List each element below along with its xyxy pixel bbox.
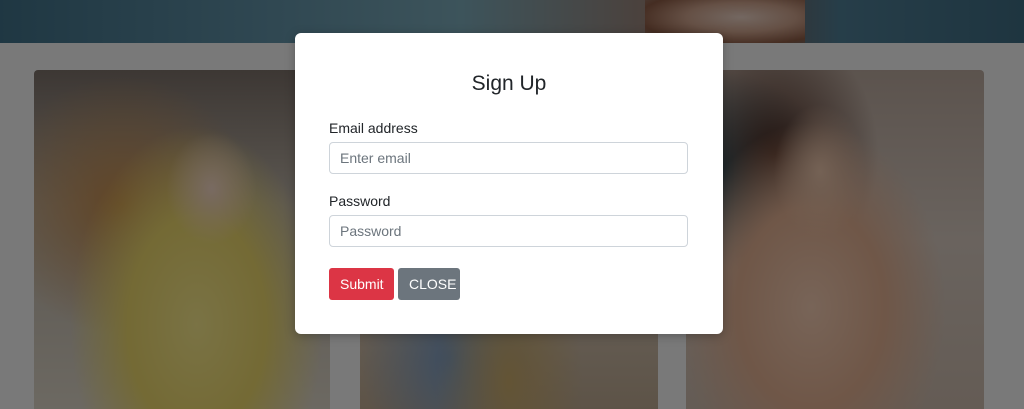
- password-input[interactable]: [329, 215, 688, 247]
- signup-modal: Sign Up Email address Password Submit CL…: [295, 33, 723, 334]
- password-label: Password: [329, 193, 391, 209]
- submit-button[interactable]: Submit: [329, 268, 394, 300]
- close-button[interactable]: CLOSE: [398, 268, 460, 300]
- email-input[interactable]: [329, 142, 688, 174]
- email-label: Email address: [329, 120, 418, 136]
- modal-title: Sign Up: [471, 72, 547, 95]
